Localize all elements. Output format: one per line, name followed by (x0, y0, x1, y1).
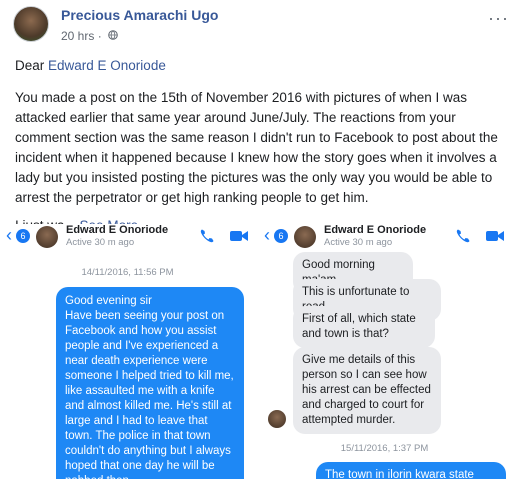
salutation: Dear Edward E Onoriode (15, 56, 500, 76)
post-timestamp[interactable]: 20 hrs (61, 29, 94, 43)
phone-icon (200, 229, 214, 243)
sender-avatar (268, 410, 286, 428)
image-divider (255, 224, 258, 479)
received-message-bubble: Give me details of this person so I can … (293, 347, 441, 434)
post-text: Dear Edward E Onoriode You made a post o… (15, 56, 500, 248)
contact-avatar (36, 226, 58, 248)
active-status: Active 30 m ago (324, 237, 393, 248)
mentioned-user-link[interactable]: Edward E Onoriode (48, 58, 166, 73)
received-message-bubble: First of all, which state and town is th… (293, 306, 435, 348)
post-header: Precious Amarachi Ugo 20 hrs · ··· (0, 0, 511, 48)
active-status: Active 30 m ago (66, 237, 135, 248)
chat-screenshot-right[interactable]: ‹ 6 Edward E Onoriode Active 30 m ago Go… (258, 224, 511, 479)
video-camera-icon (230, 231, 248, 241)
post-time[interactable]: 20 hrs · (61, 29, 102, 43)
contact-avatar (294, 226, 316, 248)
sent-message-bubble: The town in ilorin kwara state (316, 462, 506, 479)
sent-message-bubble: Good evening sir Have been seeing your p… (56, 287, 244, 479)
back-chevron-icon: ‹ (6, 225, 12, 245)
author-name[interactable]: Precious Amarachi Ugo (61, 7, 218, 23)
video-camera-icon (486, 231, 504, 241)
contact-name: Edward E Onoriode (66, 224, 169, 236)
post-paragraph: You made a post on the 15th of November … (15, 90, 498, 205)
chat-topbar: ‹ 6 Edward E Onoriode Active 30 m ago (0, 224, 255, 250)
message-timestamp: 14/11/2016, 11:56 PM (81, 267, 174, 278)
message-timestamp: 15/11/2016, 1:37 PM (340, 443, 429, 454)
more-options-icon[interactable]: ··· (488, 8, 509, 29)
unread-badge: 6 (16, 229, 30, 243)
unread-badge: 6 (274, 229, 288, 243)
contact-name: Edward E Onoriode (324, 224, 427, 236)
phone-icon (456, 229, 470, 243)
author-avatar[interactable] (13, 6, 49, 42)
globe-icon (108, 30, 118, 40)
chat-topbar: ‹ 6 Edward E Onoriode Active 30 m ago (258, 224, 511, 250)
salutation-prefix: Dear (15, 58, 49, 73)
back-chevron-icon: ‹ (264, 225, 270, 245)
chat-screenshot-left[interactable]: ‹ 6 Edward E Onoriode Active 30 m ago 14… (0, 224, 255, 479)
